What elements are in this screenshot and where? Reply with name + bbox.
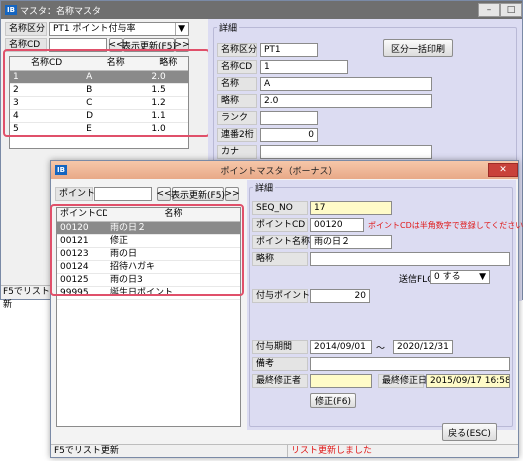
remarks-input[interactable] <box>310 357 510 371</box>
grant-points-input[interactable]: 20 <box>310 289 370 303</box>
minimize-button[interactable]: – <box>478 3 500 17</box>
field-code-input[interactable]: 1 <box>260 60 348 74</box>
front-status-bar: F5でリスト更新 リスト更新しました <box>51 444 518 457</box>
abbr-input[interactable] <box>310 252 510 266</box>
refresh-button[interactable]: 表示更新(F5) <box>171 187 225 201</box>
seq-label: SEQ_NO <box>252 201 308 215</box>
field-label: 名称CD <box>217 60 257 74</box>
field-label: 名称区分 <box>217 43 257 57</box>
front-status-right: リスト更新しました <box>291 446 373 456</box>
point-master-window: IB ポイントマスタ（ボーナス） ✕ ポイントCD << 表示更新(F5) >>… <box>50 160 523 458</box>
point-detail-panel: 詳細 SEQ_NO 17 ポイントCD 00120 ポイントCDは半角数字で登録… <box>247 180 523 430</box>
chevron-down-icon[interactable]: ▼ <box>175 23 185 35</box>
chevron-down-icon[interactable]: ▼ <box>479 271 486 283</box>
detail-group-label: 詳細 <box>217 21 240 34</box>
point-master-titlebar: IB ポイントマスタ（ボーナス） ✕ <box>51 161 518 179</box>
seq-input[interactable]: 17 <box>310 201 392 215</box>
pname-input[interactable]: 雨の日２ <box>310 235 392 249</box>
grant-points-label: 付与ポイント数 <box>252 289 319 303</box>
bulk-print-button[interactable]: 区分一括印刷 <box>383 39 453 57</box>
point-code-label: ポイントCD <box>55 187 108 201</box>
field-label: カナ <box>217 145 257 159</box>
pcd-input[interactable]: 00120 <box>310 218 364 232</box>
maximize-button[interactable]: □ <box>500 3 522 17</box>
category-label: 名称区分 <box>5 22 47 36</box>
category-select-value: PT1 ポイント付与率 <box>53 24 136 34</box>
front-status-left: F5でリスト更新 <box>51 445 288 457</box>
category-select[interactable]: PT1 ポイント付与率 ▼ <box>49 22 189 36</box>
highlight-box <box>3 49 210 137</box>
send-flag-select[interactable]: 0 する ▼ <box>430 270 490 284</box>
remarks-label: 備考 <box>252 357 308 371</box>
period-separator: ～ <box>376 344 386 354</box>
back-button[interactable]: 戻る(ESC) <box>442 423 497 441</box>
detail-group-label: 詳細 <box>253 181 276 194</box>
pcd-note: ポイントCDは半角数字で登録してください <box>368 221 523 230</box>
field-label: ランク <box>217 111 257 125</box>
modified-input[interactable]: 2015/09/17 16:58:21 <box>426 374 510 388</box>
modifier-input[interactable] <box>310 374 372 388</box>
send-flag-label: 送信FLG <box>399 275 435 285</box>
app-icon: IB <box>5 5 17 15</box>
point-master-title: ポイントマスタ（ボーナス） <box>220 166 338 177</box>
app-icon: IB <box>55 165 67 175</box>
pcd-label: ポイントCD <box>252 218 308 232</box>
period-from-input[interactable]: 2014/09/01 <box>310 340 372 354</box>
modifier-label: 最終修正者 <box>252 374 308 388</box>
field-category-input[interactable]: PT1 <box>260 43 318 57</box>
field-serial-input[interactable]: 0 <box>260 128 318 142</box>
field-name-input[interactable]: A <box>260 77 432 91</box>
field-label: 名称 <box>217 77 257 91</box>
prev-button[interactable]: << <box>156 187 172 201</box>
pname-label: ポイント名称 <box>252 235 310 249</box>
period-label: 付与期間 <box>252 340 308 354</box>
field-rank-input[interactable] <box>260 111 318 125</box>
next-button[interactable]: >> <box>224 187 240 201</box>
field-label: 連番2桁 <box>217 128 257 142</box>
point-code-input[interactable] <box>94 187 152 201</box>
modify-button[interactable]: 修正(F6) <box>310 393 356 408</box>
abbr-label: 略称 <box>252 252 308 266</box>
field-kana-input[interactable] <box>260 145 432 159</box>
close-button[interactable]: ✕ <box>488 163 518 177</box>
field-label: 略称 <box>217 94 257 108</box>
send-flag-value: 0 する <box>434 272 461 282</box>
name-master-titlebar: IB マスタ：名称マスタ – □ <box>1 1 522 19</box>
highlight-box <box>50 204 244 296</box>
period-to-input[interactable]: 2020/12/31 <box>393 340 453 354</box>
field-abbr-input[interactable]: 2.0 <box>260 94 432 108</box>
name-master-title: マスタ：名称マスタ <box>20 6 102 17</box>
modified-label: 最終修正日 <box>378 374 427 388</box>
